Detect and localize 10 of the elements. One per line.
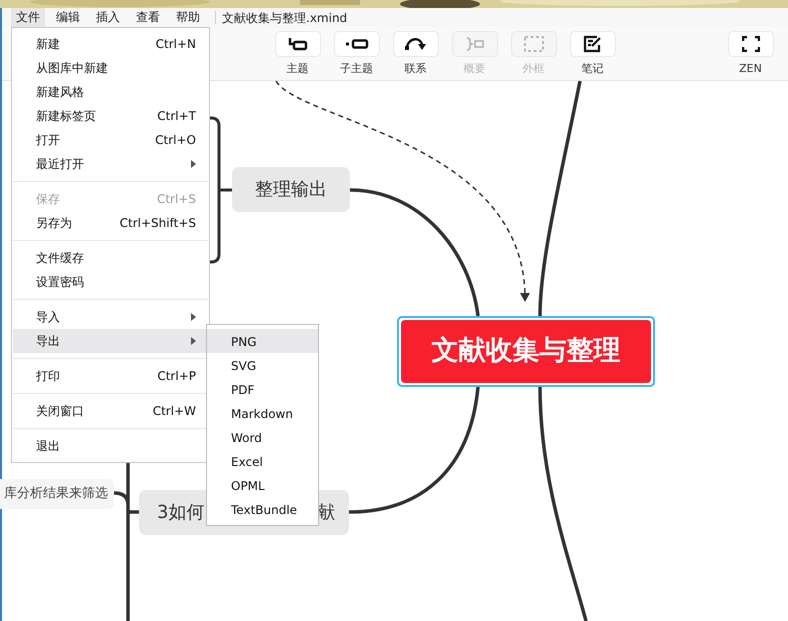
document-title: 文献收集与整理.xmind [222, 10, 348, 26]
toolbar-label: 子主题 [340, 61, 373, 77]
toolbar-label: 主题 [286, 61, 308, 77]
toolbar-label: ZEN [739, 61, 762, 77]
topic-text: 整理输出 [255, 178, 327, 202]
toolbar-label: 外框 [522, 61, 544, 77]
toolbar-label: 笔记 [582, 61, 604, 77]
toolbar-label: 联系 [404, 61, 426, 77]
topic-text: 3如何 [157, 501, 204, 525]
toolbar-label: 概要 [464, 61, 486, 77]
